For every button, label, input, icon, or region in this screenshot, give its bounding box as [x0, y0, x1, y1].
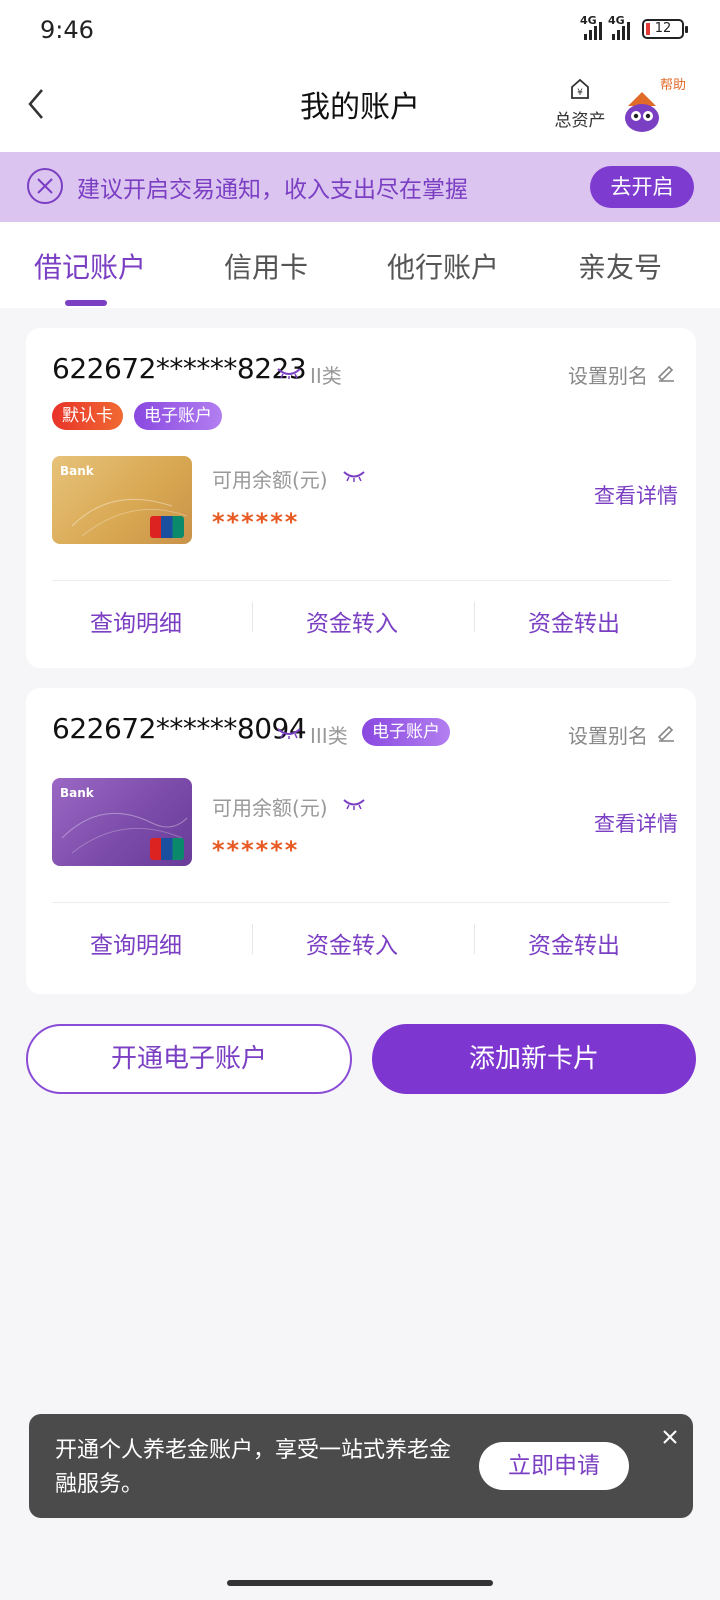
edit-icon[interactable]: [656, 722, 676, 742]
wallet-home-icon: ¥: [571, 78, 589, 99]
account-card: 622672******8223 II类 设置别名 默认卡 电子账户 Bank …: [26, 328, 696, 668]
battery-icon: 12: [642, 19, 688, 39]
transfer-in-button[interactable]: 资金转入: [252, 604, 452, 638]
apply-now-button[interactable]: 立即申请: [479, 1442, 629, 1490]
view-details-link[interactable]: 查看详情: [594, 480, 678, 510]
notice-text: 建议开启交易通知，收入支出尽在掌握: [77, 177, 468, 203]
close-circle-icon[interactable]: [26, 167, 64, 205]
tab-other-bank[interactable]: 他行账户: [387, 246, 499, 286]
card-divider: [52, 580, 670, 581]
nav-bar: 我的账户 ¥ 总资产 帮助: [0, 62, 720, 152]
balance-eye-icon[interactable]: [342, 798, 366, 810]
mascot-icon: [625, 92, 659, 132]
bank-card-image: Bank: [52, 778, 192, 866]
promo-message: 开通个人养老金账户，享受一站式养老金融服务。: [55, 1438, 452, 1497]
account-class: III类: [310, 724, 348, 748]
unionpay-logo: [150, 516, 184, 538]
status-time: 9:46: [40, 16, 94, 44]
e-account-badge: 电子账户: [362, 718, 450, 746]
bank-logo: Bank: [60, 464, 94, 478]
tab-debit[interactable]: 借记账户: [34, 246, 146, 286]
edit-icon[interactable]: [656, 362, 676, 382]
transfer-out-button[interactable]: 资金转出: [474, 926, 674, 960]
page-title: 我的账户: [300, 90, 420, 125]
transfer-out-button[interactable]: 资金转出: [474, 604, 674, 638]
open-e-account-button[interactable]: 开通电子账户: [26, 1024, 352, 1094]
help-button[interactable]: 帮助: [625, 70, 688, 140]
query-details-button[interactable]: 查询明细: [36, 926, 236, 960]
account-number: 622672******8094: [52, 712, 307, 745]
tab-family[interactable]: 亲友号: [578, 246, 662, 286]
account-tabs: 借记账户 信用卡 他行账户 亲友号: [0, 222, 720, 308]
pension-promo-toast: 开通个人养老金账户，享受一站式养老金融服务。 立即申请: [29, 1414, 693, 1518]
status-indicators: 4G 4G 12: [580, 14, 688, 40]
total-assets-label: 总资产: [554, 111, 606, 131]
tab-indicator: [65, 300, 107, 306]
help-label: 帮助: [660, 78, 687, 93]
tab-credit-card[interactable]: 信用卡: [224, 246, 308, 286]
eye-closed-icon[interactable]: [276, 366, 302, 380]
bank-logo: Bank: [60, 786, 94, 800]
battery-level: 12: [654, 21, 672, 36]
balance-eye-icon[interactable]: [342, 470, 366, 482]
query-details-button[interactable]: 查询明细: [36, 604, 236, 638]
balance-label: 可用余额(元): [212, 796, 328, 820]
eye-closed-icon[interactable]: [276, 726, 302, 740]
home-indicator[interactable]: [227, 1580, 493, 1586]
balance-value: ******: [212, 508, 300, 536]
view-details-link[interactable]: 查看详情: [594, 808, 678, 838]
set-alias-button[interactable]: 设置别名: [568, 360, 648, 389]
add-card-button[interactable]: 添加新卡片: [372, 1024, 696, 1094]
svg-text:¥: ¥: [577, 88, 583, 98]
set-alias-button[interactable]: 设置别名: [568, 720, 648, 749]
total-assets-button[interactable]: ¥ 总资产: [550, 78, 610, 131]
signal-icon: 4G: [580, 14, 602, 40]
account-class: II类: [310, 364, 342, 388]
e-account-badge: 电子账户: [134, 402, 222, 430]
unionpay-logo: [150, 838, 184, 860]
bank-card-image: Bank: [52, 456, 192, 544]
balance-value: ******: [212, 836, 300, 864]
enable-notification-button[interactable]: 去开启: [590, 166, 694, 208]
account-card: 622672******8094 III类 电子账户 设置别名 Bank 可用余…: [26, 688, 696, 994]
notification-banner: 建议开启交易通知，收入支出尽在掌握 去开启: [0, 152, 720, 222]
transfer-in-button[interactable]: 资金转入: [252, 926, 452, 960]
signal-icon-2: 4G: [608, 14, 630, 40]
card-divider: [52, 902, 670, 903]
default-card-badge: 默认卡: [52, 402, 123, 430]
account-number: 622672******8223: [52, 352, 307, 385]
status-bar: 9:46 4G 4G 12: [0, 0, 720, 62]
close-icon[interactable]: [661, 1428, 679, 1446]
balance-label: 可用余额(元): [212, 468, 328, 492]
